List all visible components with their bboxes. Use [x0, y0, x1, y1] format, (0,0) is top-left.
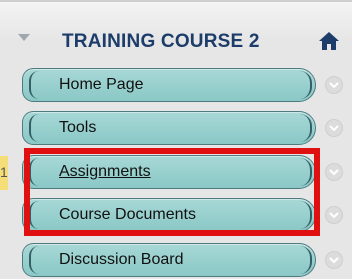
course-menu-panel: TRAINING COURSE 2 1 Home Page Tools Assi… [0, 0, 352, 279]
panel-top-border [0, 0, 352, 2]
chevron-down-icon[interactable] [325, 251, 343, 269]
menu-item-label: Discussion Board [59, 251, 184, 268]
menu-item-label: Tools [59, 119, 97, 136]
course-title[interactable]: TRAINING COURSE 2 [62, 31, 260, 53]
chevron-down-icon[interactable] [325, 163, 343, 181]
highlight-box [24, 148, 320, 236]
menu-item-home-page[interactable]: Home Page [22, 68, 316, 102]
chevron-down-icon[interactable] [325, 76, 343, 94]
chevron-down-icon[interactable] [325, 119, 343, 137]
home-icon[interactable] [317, 29, 341, 53]
menu-item-discussion-board[interactable]: Discussion Board [22, 243, 316, 277]
menu-item-label: Home Page [59, 76, 144, 93]
left-edge-tab: 1 [0, 156, 8, 190]
menu-item-tools[interactable]: Tools [22, 111, 316, 145]
chevron-down-icon[interactable] [325, 206, 343, 224]
collapse-arrow-icon[interactable] [18, 34, 30, 41]
